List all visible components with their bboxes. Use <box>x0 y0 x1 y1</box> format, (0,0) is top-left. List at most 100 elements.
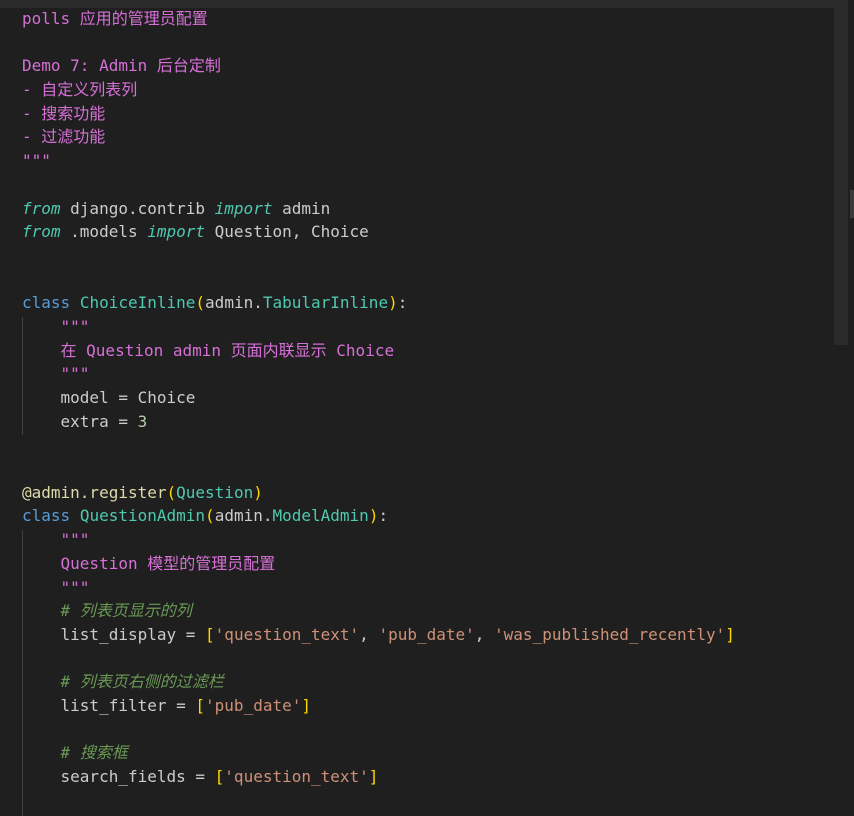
code-line[interactable]: class ChoiceInline(admin.TabularInline): <box>22 291 735 315</box>
code-token: @admin.register <box>22 482 167 502</box>
code-line[interactable]: """ <box>22 528 735 552</box>
code-token: ( <box>166 482 177 502</box>
vertical-scrollbar[interactable] <box>834 0 854 816</box>
code-token: """ <box>60 364 90 384</box>
code-token: ChoiceInline <box>79 293 196 313</box>
scrollbar-marker <box>850 190 854 218</box>
code-token: Question <box>176 482 254 502</box>
code-token: 'question_text' <box>224 767 369 786</box>
code-token: extra = <box>22 411 138 431</box>
code-token: ) <box>368 506 379 526</box>
code-line[interactable]: Demo 7: Admin 后台定制 <box>22 54 735 78</box>
code-line[interactable]: extra = 3 <box>22 410 735 434</box>
code-editor[interactable]: polls 应用的管理员配置 Demo 7: Admin 后台定制 - 自定义列表列… <box>0 0 854 816</box>
code-token: # 列表页右侧的过滤栏 <box>60 672 224 692</box>
code-line[interactable]: """ <box>22 149 735 173</box>
code-token: list_display = <box>22 624 206 644</box>
code-token: class <box>22 506 71 526</box>
code-token: """ <box>60 316 90 336</box>
scrollbar-thumb[interactable] <box>834 0 848 345</box>
code-line[interactable]: """ <box>22 315 735 339</box>
code-line[interactable]: model = Choice <box>22 386 735 410</box>
code-token: import <box>214 198 273 218</box>
code-token: ] <box>725 624 735 644</box>
code-token: """ <box>22 151 51 171</box>
code-line[interactable]: search_fields = ['question_text'] <box>22 765 735 789</box>
code-token: 'question_text' <box>214 624 360 644</box>
code-line[interactable] <box>22 268 735 292</box>
code-token: - 过滤功能 <box>22 127 106 147</box>
code-token: [ <box>205 624 215 644</box>
code-token: admin. <box>214 506 273 526</box>
code-token: ModelAdmin <box>272 506 369 526</box>
code-token: Question, Choice <box>205 222 369 242</box>
code-line[interactable] <box>22 433 735 457</box>
code-line[interactable]: @admin.register(Question) <box>22 481 735 505</box>
code-line[interactable]: # 搜索框 <box>22 741 735 765</box>
code-token: from <box>22 198 61 218</box>
code-token: import <box>147 222 206 242</box>
code-token: list_filter = <box>22 695 196 715</box>
code-token: , <box>474 624 495 644</box>
code-line[interactable] <box>22 647 735 671</box>
code-token: 'was_published_recently' <box>494 624 726 644</box>
code-line[interactable] <box>22 789 735 813</box>
code-line[interactable]: """ <box>22 362 735 386</box>
code-line[interactable]: polls 应用的管理员配置 <box>22 7 735 31</box>
code-line[interactable]: - 过滤功能 <box>22 125 735 149</box>
code-token: Question 模型的管理员配置 <box>60 553 276 573</box>
code-token: polls 应用的管理员配置 <box>22 9 208 28</box>
code-token: """ <box>60 530 90 550</box>
code-area[interactable]: polls 应用的管理员配置 Demo 7: Admin 后台定制 - 自定义列表列… <box>22 7 735 812</box>
code-token: ( <box>205 506 215 526</box>
code-line[interactable]: class QuestionAdmin(admin.ModelAdmin): <box>22 504 735 528</box>
code-token: ) <box>388 293 398 313</box>
code-token: 'pub_date' <box>378 624 475 644</box>
code-token: [ <box>195 695 206 715</box>
code-line[interactable] <box>22 31 735 55</box>
code-token: : <box>397 293 408 313</box>
code-line[interactable]: 在 Question admin 页面内联显示 Choice <box>22 339 735 363</box>
code-line[interactable] <box>22 457 735 481</box>
code-token: django.contrib <box>60 198 215 218</box>
code-token: , <box>359 624 379 644</box>
code-token: : <box>378 506 389 526</box>
code-token: model = Choice <box>22 388 196 407</box>
code-line[interactable] <box>22 244 735 268</box>
code-token: .models <box>60 222 148 242</box>
code-token: # 列表页显示的列 <box>60 601 192 621</box>
code-line[interactable] <box>22 718 735 742</box>
code-token: # 搜索框 <box>60 743 128 763</box>
code-token: 在 Question admin 页面内联显示 Choice <box>60 340 395 360</box>
code-line[interactable]: from django.contrib import admin <box>22 197 735 221</box>
code-token: [ <box>214 767 225 786</box>
code-token: admin. <box>205 293 263 313</box>
code-line[interactable]: Question 模型的管理员配置 <box>22 552 735 576</box>
code-line[interactable]: list_filter = ['pub_date'] <box>22 694 735 718</box>
code-token: ( <box>195 293 206 313</box>
code-line[interactable]: # 列表页显示的列 <box>22 599 735 623</box>
code-token: ] <box>368 767 379 786</box>
code-token: search_fields = <box>22 767 215 786</box>
code-line[interactable]: """ <box>22 576 735 600</box>
code-line[interactable]: list_display = ['question_text', 'pub_da… <box>22 623 735 647</box>
code-token: QuestionAdmin <box>79 506 206 526</box>
code-token: ) <box>253 482 263 502</box>
code-line[interactable] <box>22 173 735 197</box>
code-token: """ <box>60 577 90 597</box>
code-line[interactable]: from .models import Question, Choice <box>22 220 735 244</box>
code-line[interactable]: - 搜索功能 <box>22 102 735 126</box>
code-line[interactable]: - 自定义列表列 <box>22 78 735 102</box>
code-token: Demo 7: Admin 后台定制 <box>22 56 221 76</box>
code-line[interactable]: # 列表页右侧的过滤栏 <box>22 670 735 694</box>
code-token: TabularInline <box>262 293 389 313</box>
